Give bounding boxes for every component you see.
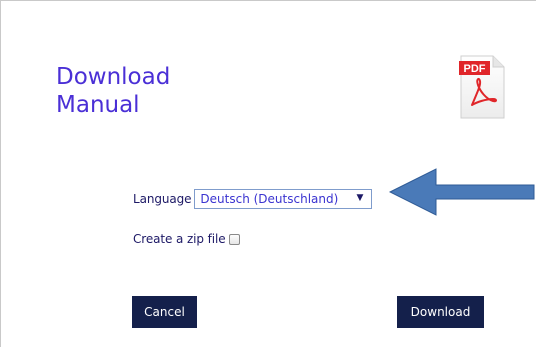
download-manual-dialog: Download Manual PDF Language Deutsch (De…: [0, 0, 536, 347]
cancel-button[interactable]: Cancel: [132, 296, 197, 328]
zip-checkbox[interactable]: [228, 233, 240, 245]
title-line-1: Download: [56, 64, 171, 90]
zip-row: Create a zip file: [133, 232, 240, 246]
zip-label: Create a zip file: [133, 232, 226, 246]
pdf-icon-text: PDF: [464, 63, 486, 75]
page-title: Download Manual: [56, 63, 256, 119]
download-button[interactable]: Download: [397, 296, 484, 328]
language-row: Language Deutsch (Deutschland) ▼: [133, 189, 373, 209]
language-select-value: Deutsch (Deutschland): [200, 192, 339, 206]
left-arrow-annotation-icon: [389, 168, 535, 216]
title-line-2: Manual: [56, 92, 140, 118]
language-label: Language: [133, 192, 192, 206]
pdf-file-icon: PDF: [459, 55, 505, 119]
language-select[interactable]: Deutsch (Deutschland) ▼: [194, 189, 373, 209]
chevron-down-icon: ▼: [356, 193, 364, 203]
